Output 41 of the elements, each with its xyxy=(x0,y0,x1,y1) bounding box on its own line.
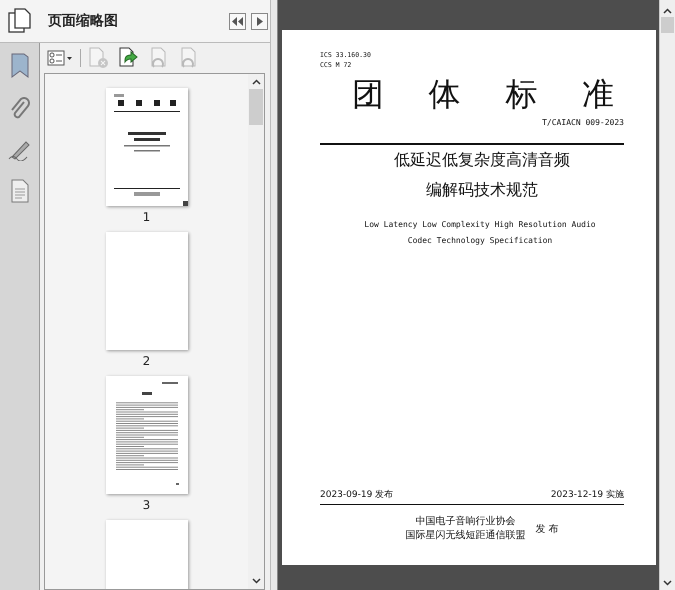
double-triangle-icon xyxy=(232,16,243,26)
document-icon[interactable] xyxy=(10,179,30,203)
bookmark-icon[interactable] xyxy=(10,53,30,79)
options-button[interactable] xyxy=(46,49,74,67)
chinese-title: 编解码技术规范 xyxy=(425,178,538,200)
page-number: 3 xyxy=(142,498,150,514)
panel-title: 页面缩略图 xyxy=(48,12,119,30)
english-title: Low Latency Low Complexity High Resolution Audio xyxy=(363,218,596,231)
chevron-up-icon[interactable] xyxy=(252,79,260,85)
title-character: 团 xyxy=(352,74,384,114)
publisher-name: 中国电子音响行业协会 xyxy=(415,515,516,529)
standard-number: T/CAIACN 009-2023 xyxy=(542,118,624,127)
publish-date: 2023-09-19 发布 xyxy=(320,488,394,500)
paperclip-icon[interactable] xyxy=(8,97,30,121)
scrollbar-thumb[interactable] xyxy=(661,17,674,33)
page-number: 1 xyxy=(142,210,150,226)
publish-label: 发 布 xyxy=(535,523,559,536)
english-title: Codec Technology Specification xyxy=(406,234,552,247)
title-character: 标 xyxy=(505,74,538,114)
publisher-name: 国际星闪无线短距通信联盟 xyxy=(405,529,526,543)
expand-button[interactable] xyxy=(251,12,268,30)
chevron-up-icon[interactable] xyxy=(663,8,672,14)
scrollbar[interactable] xyxy=(248,74,264,589)
pages-icon[interactable] xyxy=(8,8,32,34)
title-character: 准 xyxy=(582,74,614,114)
pen-icon[interactable] xyxy=(8,139,32,161)
chevron-down-icon[interactable] xyxy=(663,580,672,586)
chinese-title: 低延迟低复杂度高清音频 xyxy=(393,148,570,170)
triangle-icon xyxy=(256,16,262,26)
splitter-handle[interactable] xyxy=(270,0,278,590)
page-number: 2 xyxy=(142,354,150,370)
implement-date: 2023-12-19 实施 xyxy=(550,488,624,500)
page-thumbnail[interactable] xyxy=(106,88,188,206)
scrollbar-thumb[interactable] xyxy=(249,89,263,125)
view-area-marker[interactable] xyxy=(182,201,188,206)
scrollbar[interactable] xyxy=(659,0,675,590)
chevron-down-icon[interactable] xyxy=(252,578,260,584)
title-character: 体 xyxy=(428,74,461,114)
page-thumbnail[interactable] xyxy=(106,376,188,494)
page-thumbnail[interactable] xyxy=(106,232,188,350)
collapse-button[interactable] xyxy=(229,12,246,30)
